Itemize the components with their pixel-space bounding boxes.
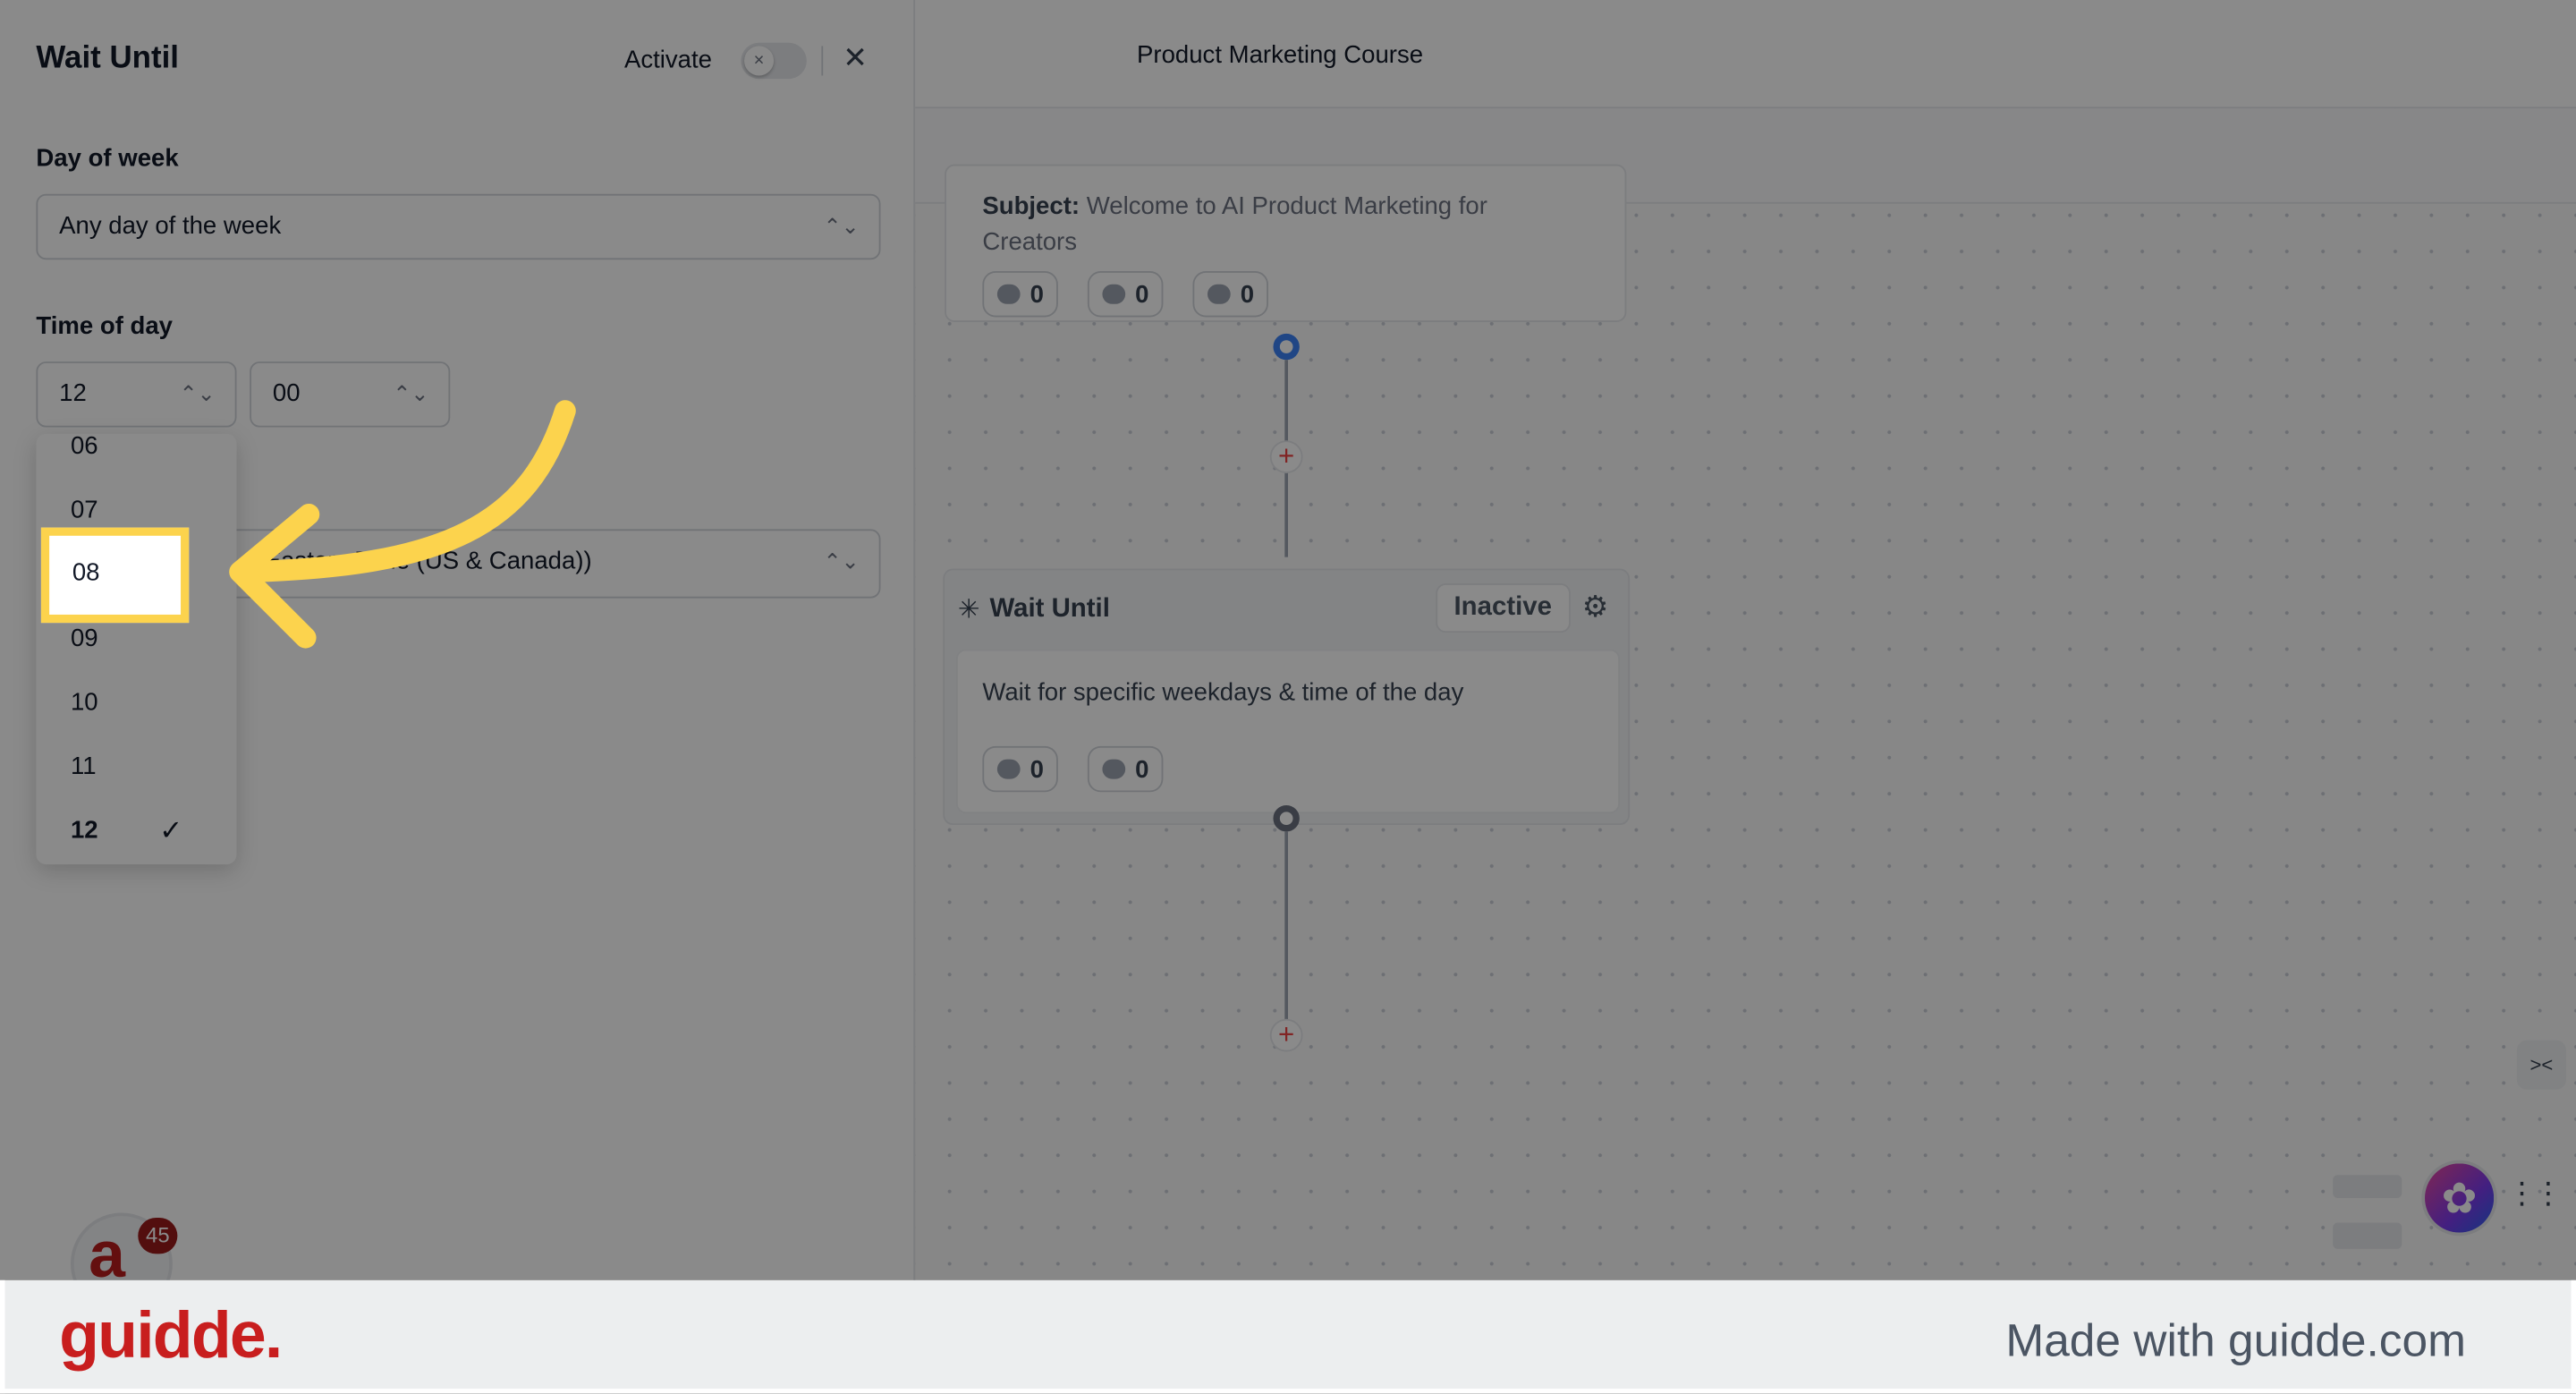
pointer-arrow-icon xyxy=(229,400,576,649)
screenshot-stage: Product Marketing Course Subject: Welcom… xyxy=(0,0,2576,1394)
ui-layer: Product Marketing Course Subject: Welcom… xyxy=(0,0,2576,1394)
